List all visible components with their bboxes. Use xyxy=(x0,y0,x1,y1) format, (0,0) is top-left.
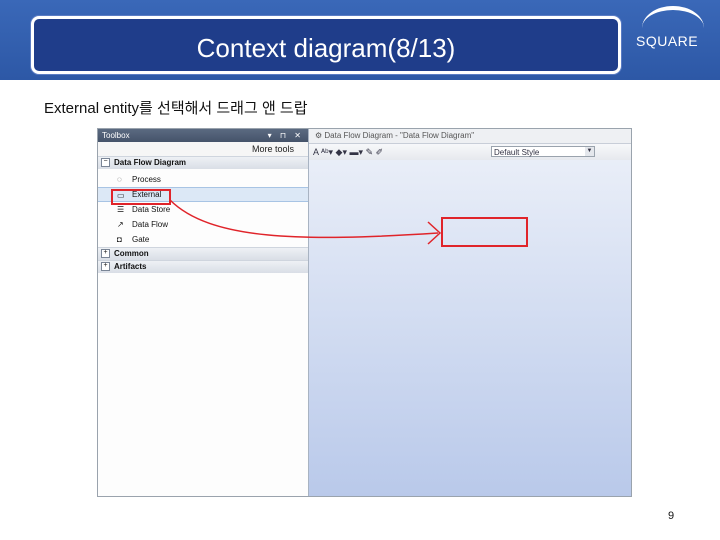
toolbox-item-data-flow[interactable]: ↗ Data Flow xyxy=(98,217,308,232)
fill-icon[interactable]: ◆▾ xyxy=(336,147,347,157)
more-tools-link[interactable]: More tools xyxy=(98,142,308,156)
collapse-icon[interactable]: − xyxy=(101,158,110,168)
item-label: Data Flow xyxy=(132,220,169,229)
brush-icon[interactable]: ✐ xyxy=(376,147,384,157)
gate-icon: ◘ xyxy=(117,235,122,244)
group-label: Common xyxy=(114,249,149,258)
toolbox-window-controls[interactable]: ▾ ⊓ ✕ xyxy=(268,129,304,142)
expand-icon[interactable]: + xyxy=(101,262,110,272)
toolbox-item-gate[interactable]: ◘ Gate xyxy=(98,232,308,247)
expand-icon[interactable]: + xyxy=(101,249,110,259)
group-artifacts[interactable]: + Artifacts xyxy=(98,260,308,273)
group-label: Artifacts xyxy=(114,262,147,271)
group-label: Data Flow Diagram xyxy=(114,158,187,167)
data-flow-icon: ↗ xyxy=(117,220,124,229)
logo-text: SQUARE xyxy=(636,33,699,49)
app-screenshot: Toolbox ▾ ⊓ ✕ More tools − Data Flow Diag… xyxy=(97,128,632,497)
editor-toolbar: A ᴬᵇ▾ ◆▾ ▬▾ ✎ ✐ Default Style ▼ xyxy=(309,144,631,161)
font-icon[interactable]: A xyxy=(313,147,319,157)
drop-target-box xyxy=(441,217,528,247)
style-select[interactable]: Default Style ▼ xyxy=(491,146,595,157)
item-label: Gate xyxy=(132,235,150,244)
format-icon[interactable]: ᴬᵇ▾ xyxy=(321,147,333,157)
process-icon: ◌ xyxy=(117,175,122,184)
slide-title: Context diagram(8/13) xyxy=(196,33,456,63)
diagram-canvas[interactable] xyxy=(309,160,631,496)
diagram-editor: ⚙ Data Flow Diagram - "Data Flow Diagram… xyxy=(309,129,631,496)
toolbox-panel: Toolbox ▾ ⊓ ✕ More tools − Data Flow Diag… xyxy=(98,129,309,496)
toolbox-item-process[interactable]: ◌ Process xyxy=(98,172,308,187)
style-value: Default Style xyxy=(494,148,540,157)
editor-tab-label: Data Flow Diagram - "Data Flow Diagram" xyxy=(324,131,475,140)
tab-icon: ⚙ xyxy=(315,131,325,140)
title-box: Context diagram(8/13) xyxy=(31,16,621,74)
data-store-icon: ☰ xyxy=(117,205,125,214)
toolbox-title: Toolbox xyxy=(102,131,130,140)
slide-subtitle: External entity를 선택해서 드래그 앤 드랍 xyxy=(44,100,308,117)
dfd-items: ◌ Process ▭ External ☰ Data Store ↗ Data… xyxy=(98,169,308,247)
item-label: Process xyxy=(132,175,161,184)
line-icon[interactable]: ▬▾ xyxy=(350,147,364,157)
item-label: Data Store xyxy=(132,205,171,214)
editor-tab[interactable]: ⚙ Data Flow Diagram - "Data Flow Diagram… xyxy=(309,129,631,144)
group-data-flow-diagram[interactable]: − Data Flow Diagram xyxy=(98,156,308,169)
chevron-down-icon[interactable]: ▼ xyxy=(585,147,594,156)
toolbox-header: Toolbox ▾ ⊓ ✕ xyxy=(98,129,308,142)
highlight-external-box xyxy=(111,189,171,205)
page-number: 9 xyxy=(668,510,675,522)
paint-icon[interactable]: ✎ xyxy=(366,147,374,157)
group-common[interactable]: + Common xyxy=(98,247,308,260)
